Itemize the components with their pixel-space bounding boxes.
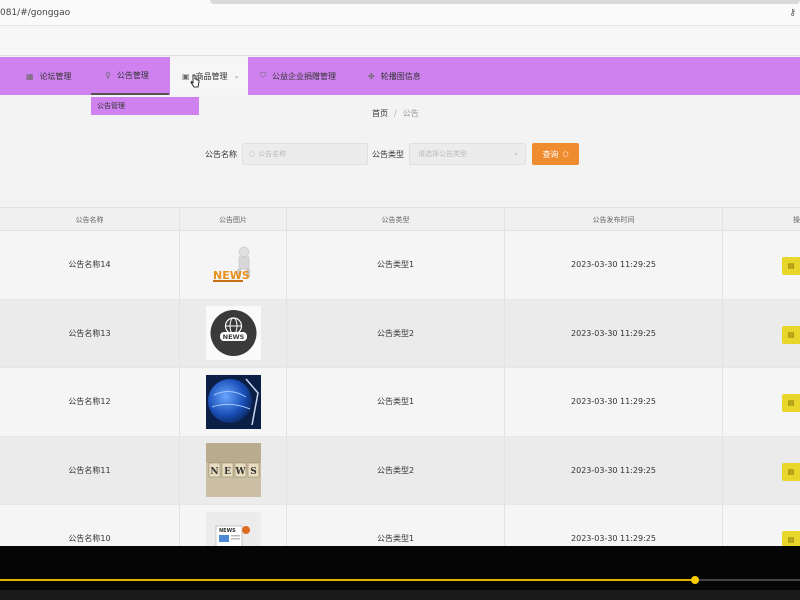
detail-button[interactable]: ▤ — [782, 257, 800, 275]
detail-button[interactable]: ▤ — [782, 325, 800, 344]
document-icon: ▤ — [787, 467, 795, 476]
nav-item-announcement[interactable]: ♀ 公告管理 — [91, 57, 169, 95]
nav-item-goods[interactable]: ▣ 商品管理 ⌄ — [170, 57, 248, 95]
cell-time: 2023-03-30 11:29:25 — [505, 368, 723, 436]
table-row: 公告名称12 公告类型1 2023-03-30 11:29:25 ▤ — [0, 368, 800, 437]
video-player-bar — [0, 546, 800, 600]
nav-item-label: 论坛管理 — [39, 71, 72, 81]
cell-image: N E W S — [180, 436, 287, 504]
video-progress-remaining[interactable] — [695, 579, 800, 581]
chevron-down-icon: ⌄ — [513, 149, 519, 157]
type-select-label: 公告类型 — [372, 150, 404, 159]
breadcrumb-separator: / — [394, 109, 397, 118]
cell-image: NEWS — [180, 299, 287, 367]
column-header-name: 公告名称 — [0, 208, 180, 232]
submenu-announcement-management[interactable]: 公告管理 — [91, 97, 199, 115]
name-search-label: 公告名称 — [205, 150, 237, 159]
search-icon: ○ — [249, 150, 256, 158]
page-header-blank — [0, 26, 800, 56]
query-button-label: 查询 — [542, 149, 559, 159]
cell-image — [180, 368, 287, 436]
svg-text:NEWS: NEWS — [222, 333, 244, 341]
svg-text:NEWS: NEWS — [219, 528, 236, 534]
svg-text:S: S — [250, 467, 257, 477]
breadcrumb-current: 公告 — [402, 109, 419, 118]
detail-button[interactable]: ▤ — [782, 394, 800, 412]
column-header-time: 公告发布时间 — [505, 208, 723, 232]
cell-time: 2023-03-30 11:29:25 — [505, 231, 723, 299]
svg-text:E: E — [224, 467, 231, 477]
table-row: 公告名称11 N E W S 公告类型2 2023-03-30 11:29:25… — [0, 436, 800, 505]
document-icon: ▤ — [787, 330, 795, 339]
address-bar-url[interactable]: 081/#/gonggao — [0, 8, 70, 18]
cell-name: 公告名称14 — [0, 231, 180, 299]
news-wooden-blocks-image: N E W S — [205, 443, 261, 498]
key-icon[interactable]: ⚷ — [789, 8, 796, 18]
video-controls-strip — [0, 590, 800, 600]
mouse-cursor-icon — [190, 74, 200, 88]
cell-type: 公告类型1 — [287, 368, 505, 436]
nav-item-donation[interactable]: ⛉ 公益企业捐赠管理 — [260, 57, 336, 95]
news-globe-badge-image: NEWS — [205, 306, 261, 361]
bulb-icon: ♀ — [105, 70, 111, 80]
blue-globe-image — [205, 374, 261, 429]
type-select-placeholder: 请选择公告类型 — [418, 150, 467, 158]
document-icon: ▤ — [787, 262, 795, 270]
search-icon: ○ — [562, 150, 569, 158]
cell-time: 2023-03-30 11:29:25 — [505, 299, 723, 367]
video-progress-handle[interactable] — [691, 576, 699, 584]
table-row: 公告名称13 NEWS 公告类型2 2023-03-30 11:29:25 ▤ — [0, 299, 800, 368]
column-header-type: 公告类型 — [287, 208, 505, 232]
cell-image: NEWS — [180, 231, 287, 299]
nav-item-label: 商品管理 — [195, 71, 228, 81]
type-select[interactable]: 请选择公告类型 ⌄ — [409, 143, 526, 165]
browser-toolbar: 081/#/gonggao ⚷ — [0, 0, 800, 26]
breadcrumb-home[interactable]: 首页 — [372, 109, 388, 118]
top-navigation: ▦ 论坛管理 ♀ 公告管理 ▣ 商品管理 ⌄ ⛉ 公益企业捐赠管理 ✤ 轮播图信… — [0, 57, 800, 95]
nav-item-label: 轮播图信息 — [380, 71, 421, 81]
browser-tab-strip — [210, 0, 800, 4]
chevron-down-icon: ⌄ — [233, 72, 240, 80]
name-search-placeholder: 公告名称 — [258, 150, 287, 158]
detail-button[interactable]: ▤ — [782, 462, 800, 481]
gear-icon: ✤ — [368, 71, 375, 81]
svg-text:W: W — [234, 467, 246, 477]
submenu-item-label: 公告管理 — [97, 102, 125, 110]
document-icon: ▤ — [787, 399, 795, 407]
cell-type: 公告类型2 — [287, 299, 505, 367]
cell-time: 2023-03-30 11:29:25 — [505, 436, 723, 504]
cell-type: 公告类型1 — [287, 231, 505, 299]
video-progress-played[interactable] — [0, 579, 695, 581]
breadcrumb: 首页 / 公告 — [372, 108, 419, 119]
name-search-input[interactable]: ○ 公告名称 — [242, 143, 368, 165]
nav-item-label: 公告管理 — [116, 70, 149, 80]
table-header: 公告名称 公告图片 公告类型 公告发布时间 操 — [0, 207, 800, 232]
column-header-image: 公告图片 — [180, 208, 287, 232]
cell-name: 公告名称13 — [0, 299, 180, 367]
shield-icon: ⛉ — [260, 71, 266, 80]
nav-item-carousel[interactable]: ✤ 轮播图信息 — [368, 57, 421, 95]
cell-name: 公告名称11 — [0, 436, 180, 504]
document-icon: ▤ — [787, 536, 795, 544]
nav-item-label: 公益企业捐赠管理 — [272, 71, 336, 81]
forum-icon: ▦ — [26, 71, 34, 81]
svg-text:N: N — [210, 467, 218, 477]
news-3d-figure-image: NEWS — [205, 237, 261, 292]
column-header-actions: 操 — [793, 216, 800, 224]
query-button[interactable]: 查询 ○ — [532, 143, 579, 165]
cell-type: 公告类型2 — [287, 436, 505, 504]
cell-name: 公告名称12 — [0, 368, 180, 436]
goods-icon: ▣ — [182, 71, 190, 81]
announcement-table: 公告名称 公告图片 公告类型 公告发布时间 操 公告名称14 NEWS 公告类型… — [0, 207, 800, 574]
table-row: 公告名称14 NEWS 公告类型1 2023-03-30 11:29:25 ▤ — [0, 231, 800, 300]
nav-item-forum[interactable]: ▦ 论坛管理 — [26, 57, 72, 95]
